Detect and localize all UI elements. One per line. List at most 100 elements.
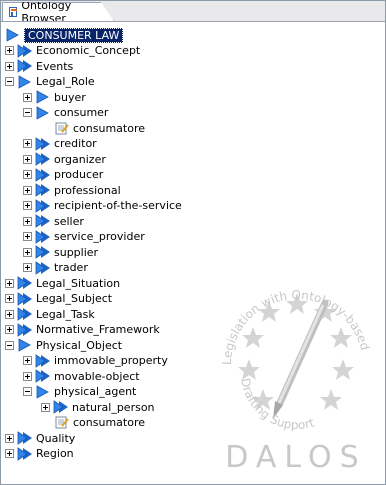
watermark-arc-top: Legislation with Ontology-based <box>220 288 372 365</box>
node-icon <box>36 105 49 120</box>
expand-icon[interactable] <box>5 309 14 319</box>
expand-icon[interactable] <box>5 325 14 334</box>
tree-node[interactable]: creditor <box>23 136 97 152</box>
tree-node[interactable]: Normative_Framework <box>5 322 160 338</box>
tree-node[interactable]: Quality <box>5 430 75 446</box>
tree-node-label: buyer <box>54 90 86 104</box>
tree-node[interactable]: Legal_Subject <box>5 291 112 307</box>
tree-node[interactable]: Legal_Role <box>5 74 95 90</box>
expand-icon[interactable] <box>5 294 14 303</box>
multi-node-icon <box>35 369 50 383</box>
tree-node-label: consumer <box>54 106 109 119</box>
tree-node-label: CONSUMER LAW <box>24 27 124 43</box>
expand-icon[interactable] <box>23 139 32 148</box>
tree-node[interactable]: natural_person <box>41 399 155 415</box>
tree-node[interactable]: Physical_Object <box>5 337 122 353</box>
tree-node-label: creditor <box>54 137 97 150</box>
expand-icon[interactable] <box>5 61 14 71</box>
expand-icon[interactable] <box>23 232 32 241</box>
tree-node[interactable]: consumatore <box>41 415 145 431</box>
tree-node[interactable]: supplier <box>23 244 98 260</box>
node-icon <box>18 338 31 352</box>
expand-icon[interactable] <box>5 46 14 55</box>
watermark-brand: DALOS <box>225 440 366 475</box>
expand-icon[interactable] <box>23 170 32 179</box>
collapse-icon[interactable] <box>23 108 32 117</box>
tree-node-label: service_provider <box>54 230 145 243</box>
multi-node-icon <box>17 307 32 321</box>
expand-icon[interactable] <box>23 201 32 210</box>
tree-node-label: Legal_Role <box>36 75 95 88</box>
dalos-watermark: Legislation with Ontology-based Drafting… <box>220 288 372 475</box>
tree-node-label: physical_agent <box>54 385 137 398</box>
expand-icon[interactable] <box>5 449 14 458</box>
collapse-icon[interactable] <box>5 77 14 86</box>
multi-node-icon <box>17 446 32 461</box>
expand-icon[interactable] <box>5 278 14 288</box>
node-icon <box>6 28 19 42</box>
document-icon <box>55 122 69 134</box>
multi-node-icon <box>35 167 50 182</box>
svg-text:Legislation with Ontology-base: Legislation with Ontology-based <box>220 288 372 365</box>
expand-icon[interactable] <box>23 185 32 195</box>
multi-node-icon <box>35 183 50 197</box>
expand-icon[interactable] <box>23 92 32 102</box>
node-icon <box>18 74 31 89</box>
multi-node-icon <box>35 152 50 166</box>
ontology-browser-icon <box>9 7 18 17</box>
tree-node[interactable]: movable-object <box>23 368 140 384</box>
tab-bar: Ontology Browser <box>1 1 385 22</box>
expand-icon[interactable] <box>23 154 32 164</box>
expand-icon[interactable] <box>23 263 32 272</box>
tree-node-label: Region <box>36 447 74 460</box>
expand-icon[interactable] <box>23 356 32 365</box>
multi-node-icon <box>35 353 50 368</box>
multi-node-icon <box>17 276 32 290</box>
tree-node[interactable]: organizer <box>23 151 106 167</box>
tree-node[interactable]: CONSUMER LAW <box>5 27 124 43</box>
tree-node-label: trader <box>54 261 88 274</box>
tree-node[interactable]: Region <box>5 446 74 462</box>
tree-node-label: Legal_Situation <box>36 276 121 290</box>
multi-node-icon <box>35 136 50 151</box>
tree-node[interactable]: Economic_Concept <box>5 43 140 59</box>
document-icon <box>55 416 69 429</box>
tree-node[interactable]: trader <box>23 260 88 276</box>
collapse-icon[interactable] <box>5 340 14 350</box>
multi-node-icon <box>53 400 68 414</box>
tree-node[interactable]: Legal_Situation <box>5 275 120 291</box>
tree-node[interactable]: consumatore <box>41 120 145 136</box>
tab-ontology-browser[interactable]: Ontology Browser <box>2 2 114 21</box>
multi-node-icon <box>35 260 50 275</box>
tree-node-label: supplier <box>54 245 99 259</box>
expand-icon[interactable] <box>5 433 14 443</box>
multi-node-icon <box>17 43 32 58</box>
multi-node-icon <box>35 245 50 259</box>
tree-node-label: recipient-of-the-service <box>54 199 182 212</box>
tree-node[interactable]: seller <box>23 213 84 229</box>
tree-node[interactable]: consumer <box>23 105 108 121</box>
expand-icon[interactable] <box>23 371 32 381</box>
tree-node[interactable]: service_provider <box>23 229 145 245</box>
multi-node-icon <box>35 229 50 244</box>
tree-node[interactable]: physical_agent <box>23 384 136 400</box>
expand-icon[interactable] <box>23 247 32 257</box>
expand-icon[interactable] <box>41 402 50 412</box>
tree-node[interactable]: Events <box>5 58 73 74</box>
tree-node-label: Legal_Subject <box>36 292 113 305</box>
tab-title: Ontology Browser <box>21 0 72 25</box>
tree-node-label: Quality <box>36 431 76 445</box>
tree-node-label: natural_person <box>72 400 155 414</box>
expand-icon[interactable] <box>23 216 32 226</box>
tree-node[interactable]: immovable_property <box>23 353 168 369</box>
tree-node[interactable]: buyer <box>23 89 86 105</box>
tree-node[interactable]: producer <box>23 167 103 183</box>
tree-node-label: consumatore <box>73 121 145 135</box>
tree-node[interactable]: Legal_Task <box>5 306 95 322</box>
tree-node-label: Legal_Task <box>36 307 95 321</box>
collapse-icon[interactable] <box>23 387 32 396</box>
tree-node[interactable]: professional <box>23 182 121 198</box>
tree-node[interactable]: recipient-of-the-service <box>23 198 182 214</box>
tree-node-label: movable-object <box>54 369 140 383</box>
tree-node-label: Economic_Concept <box>36 44 141 57</box>
